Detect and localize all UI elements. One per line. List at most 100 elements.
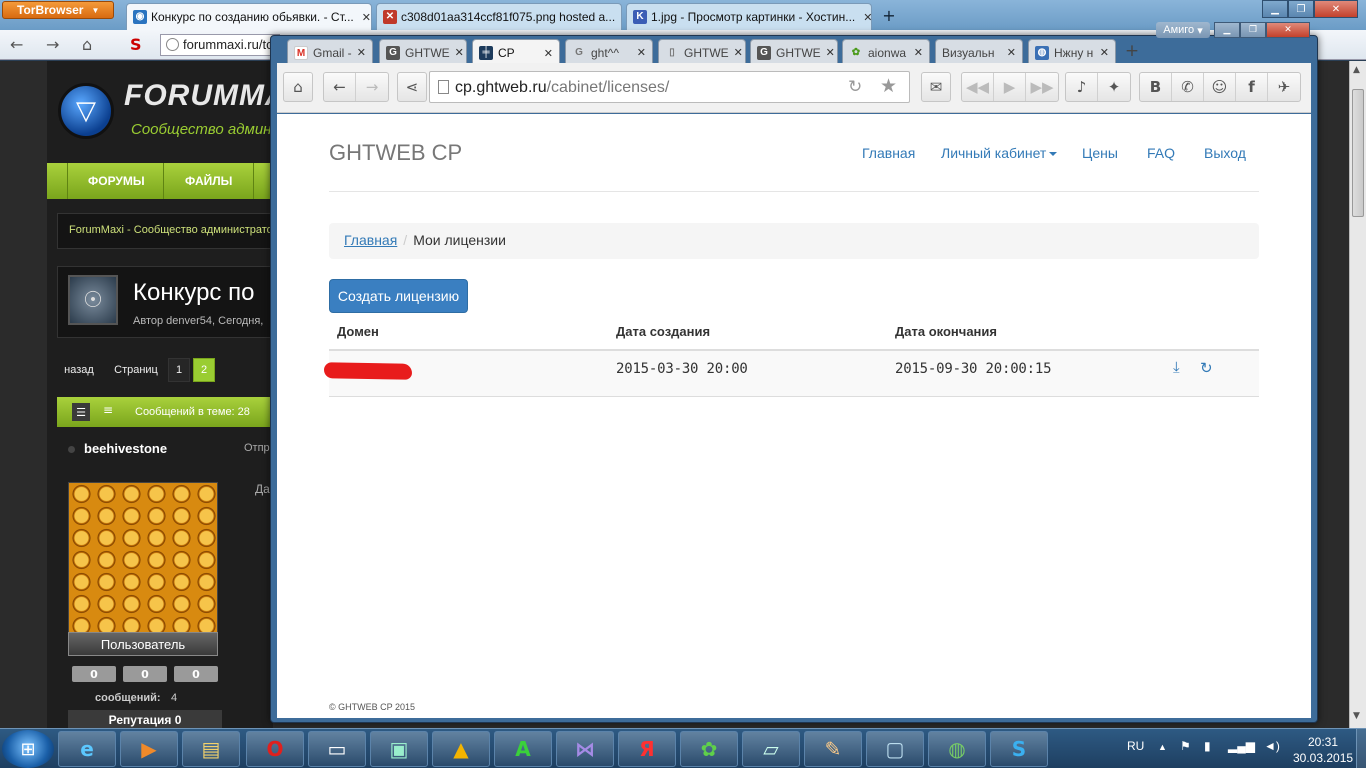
reload-icon[interactable]: ↻: [848, 77, 862, 97]
asterisk-a-icon[interactable]: A: [494, 731, 552, 767]
globe-icon[interactable]: ◍: [928, 731, 986, 767]
front-tab-7[interactable]: ✿ aionwa ✕: [842, 39, 930, 65]
screen-icon[interactable]: ▢: [866, 731, 924, 767]
nav-logout[interactable]: Выход: [1204, 145, 1246, 161]
pager-back-link[interactable]: назад: [57, 358, 101, 382]
new-tab-button[interactable]: +: [876, 4, 902, 26]
play-icon[interactable]: ▶: [994, 73, 1026, 101]
front-tab-4[interactable]: Gght^^ ✕: [565, 39, 653, 65]
front-tab-1[interactable]: M Gmail - ✕: [287, 39, 373, 65]
compact-view-icon[interactable]: ≡: [103, 403, 113, 417]
address-bar[interactable]: cp.ghtweb.ru/cabinet/licenses/ ↻ ★: [429, 71, 910, 103]
back-tab-1[interactable]: ◉ Конкурс по созданию обьявки. - Ст... ✕: [126, 3, 372, 30]
odnoklassniki-icon[interactable]: ✆: [1172, 73, 1204, 101]
internet-explorer-icon[interactable]: e: [58, 731, 116, 767]
signal-icon[interactable]: ▂▄▆: [1228, 739, 1255, 753]
visual-studio-icon[interactable]: ⋈: [556, 731, 614, 767]
chat-bubbles-icon[interactable]: ✦: [1098, 73, 1130, 101]
tray-expand-icon[interactable]: ▲: [1158, 742, 1167, 752]
forummaxi-logo-icon[interactable]: ▽: [58, 83, 114, 139]
nav-cabinet[interactable]: Личный кабинет: [941, 145, 1058, 161]
back-url-bar[interactable]: forummaxi.ru/to: [160, 34, 280, 56]
yandex-icon[interactable]: Я: [618, 731, 676, 767]
front-tab-3[interactable]: ╪ CP ✕: [472, 39, 560, 66]
home-icon[interactable]: ⌂: [82, 35, 92, 54]
post-username[interactable]: beehivestone: [84, 441, 167, 456]
close-icon[interactable]: ✕: [859, 11, 871, 24]
front-tab-6[interactable]: G GHTWE ✕: [750, 39, 838, 65]
paint-icon[interactable]: ✎: [804, 731, 862, 767]
scroll-up-icon[interactable]: ▲: [1353, 65, 1360, 75]
user-avatar[interactable]: [68, 482, 218, 634]
back-arrow-icon[interactable]: ←: [10, 35, 23, 54]
front-tab-5[interactable]: ▯ GHTWE ✕: [658, 39, 746, 65]
icq-icon[interactable]: ✿: [680, 731, 738, 767]
fast-forward-icon[interactable]: ▶▶: [1026, 73, 1058, 101]
music-note-icon[interactable]: ♪: [1066, 73, 1098, 101]
forum-breadcrumb[interactable]: ForumMaxi - Сообщество администрато: [57, 213, 273, 249]
start-button-windows-icon[interactable]: ⊞: [2, 730, 54, 768]
maximize-icon[interactable]: ❐: [1288, 0, 1314, 18]
scroll-down-icon[interactable]: ▼: [1353, 711, 1360, 721]
menu-files[interactable]: ФАЙЛЫ: [185, 174, 232, 188]
close-icon[interactable]: ✕: [637, 46, 646, 59]
opera-icon[interactable]: O: [246, 731, 304, 767]
nav-faq[interactable]: FAQ: [1147, 145, 1175, 161]
forward-arrow-icon[interactable]: →: [46, 35, 59, 54]
twitter-icon[interactable]: ✈: [1268, 73, 1300, 101]
usb-icon[interactable]: ▮: [1204, 739, 1211, 753]
refresh-icon[interactable]: ↻: [1200, 359, 1213, 377]
torbrowser-menu-button[interactable]: TorBrowser ▼: [2, 1, 114, 19]
download-icon[interactable]: ⤓: [1173, 359, 1180, 376]
forward-arrow-icon[interactable]: →: [356, 73, 388, 101]
minimize-icon[interactable]: ▁: [1214, 22, 1240, 38]
flag-icon[interactable]: ⚑: [1180, 739, 1191, 753]
network-drive-icon[interactable]: ▣: [370, 731, 428, 767]
menu-forums[interactable]: ФОРУМЫ: [88, 174, 145, 188]
share-icon[interactable]: ⋖: [397, 72, 427, 102]
front-tab-2[interactable]: G GHTWE ✕: [379, 39, 467, 65]
volume-icon[interactable]: ◄): [1264, 739, 1280, 753]
close-icon[interactable]: ✕: [357, 46, 366, 59]
site-brand[interactable]: GHTWEB CP: [329, 140, 462, 166]
vk-icon[interactable]: B: [1140, 73, 1172, 101]
close-icon[interactable]: ✕: [734, 46, 743, 59]
media-player-icon[interactable]: ▶: [120, 731, 178, 767]
close-window-icon[interactable]: ✕: [1266, 22, 1310, 38]
close-icon[interactable]: ✕: [358, 11, 371, 24]
scroll-thumb[interactable]: [1352, 89, 1364, 217]
moi-mir-icon[interactable]: ☺: [1204, 73, 1236, 101]
mail-icon[interactable]: ✉: [921, 72, 951, 102]
console-icon[interactable]: ▭: [308, 731, 366, 767]
close-icon[interactable]: ✕: [914, 46, 923, 59]
pager-page-2[interactable]: 2: [193, 358, 215, 382]
back-page-scrollbar[interactable]: ▲ ▼: [1349, 61, 1366, 728]
minimize-icon[interactable]: ▁: [1262, 0, 1288, 18]
close-icon[interactable]: ✕: [544, 47, 553, 60]
forum-logo-text[interactable]: FORUMMA: [124, 79, 288, 113]
language-indicator[interactable]: RU: [1127, 739, 1144, 753]
list-view-icon[interactable]: ☰: [72, 403, 90, 421]
skype-icon[interactable]: S: [990, 731, 1048, 767]
close-icon[interactable]: ✕: [1007, 46, 1016, 59]
close-icon[interactable]: ✕: [826, 46, 835, 59]
aimp-icon[interactable]: ▲: [432, 731, 490, 767]
back-tab-2[interactable]: ✕ c308d01aa314ccf81f075.png hosted a... …: [376, 3, 622, 30]
back-tab-3[interactable]: K 1.jpg - Просмотр картинки - Хостин... …: [626, 3, 872, 30]
notepad-icon[interactable]: ▱: [742, 731, 800, 767]
home-icon[interactable]: ⌂: [283, 72, 313, 102]
breadcrumb-home[interactable]: Главная: [344, 232, 397, 248]
close-icon[interactable]: ✕: [1100, 46, 1109, 59]
new-tab-button[interactable]: +: [1120, 40, 1144, 62]
create-license-button[interactable]: Создать лицензию: [329, 279, 468, 313]
front-tab-8[interactable]: Визуальн ✕: [935, 39, 1023, 65]
explorer-folder-icon[interactable]: ▤: [182, 731, 240, 767]
bookmark-star-icon[interactable]: ★: [880, 75, 897, 98]
close-window-icon[interactable]: ✕: [1314, 0, 1358, 18]
show-desktop-button[interactable]: [1356, 729, 1366, 768]
nav-home[interactable]: Главная: [862, 145, 915, 161]
pager-page-1[interactable]: 1: [168, 358, 190, 382]
facebook-icon[interactable]: f: [1236, 73, 1268, 101]
close-icon[interactable]: ✕: [455, 46, 464, 59]
back-arrow-icon[interactable]: ←: [324, 73, 356, 101]
